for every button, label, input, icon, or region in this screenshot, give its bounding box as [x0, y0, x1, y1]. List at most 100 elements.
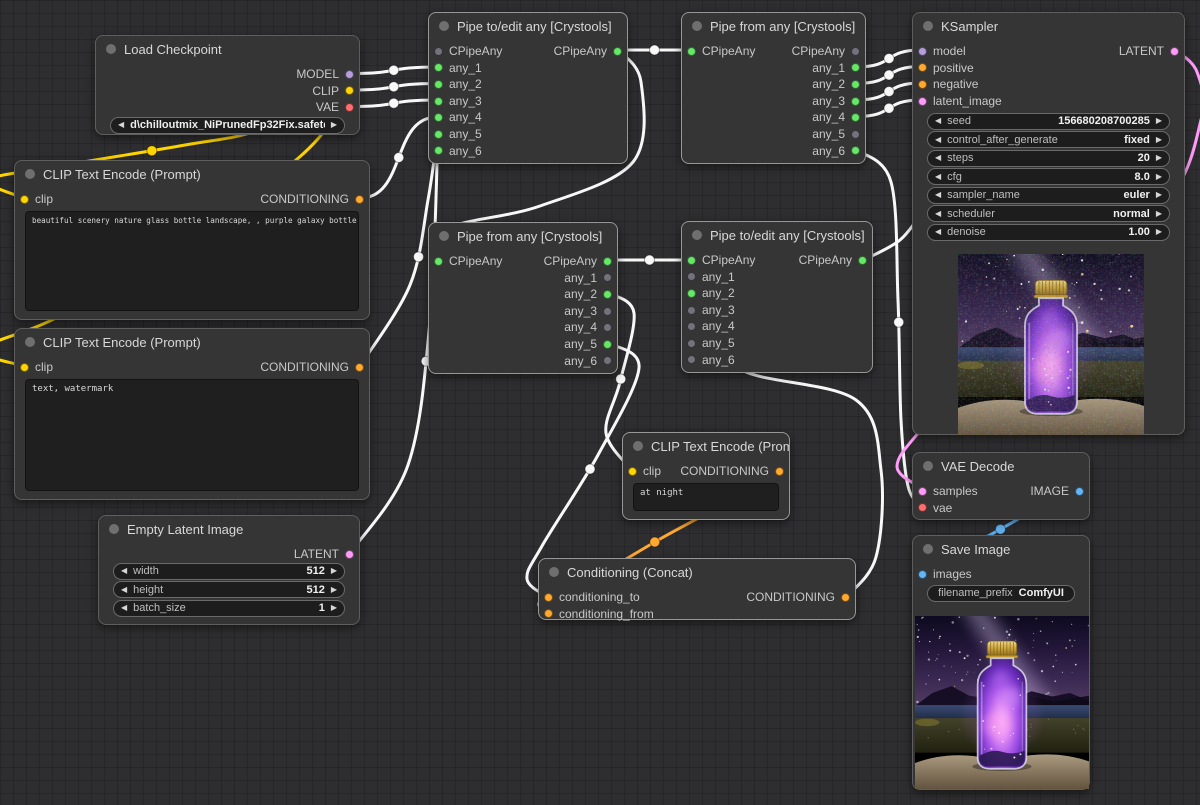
collapse-dot-icon[interactable] [106, 44, 116, 54]
collapse-dot-icon[interactable] [439, 21, 449, 31]
filename_prefix-widget[interactable]: filename_prefixComfyUI [927, 585, 1075, 602]
node-pipe-from-middle[interactable]: Pipe from any [Crystools]CPipeAnyCPipeAn… [428, 222, 618, 374]
output-port-CONDITIONING[interactable] [355, 363, 364, 372]
input-port-any_6[interactable] [687, 355, 696, 364]
node-vae-decode-header[interactable]: VAE Decode [913, 453, 1089, 479]
output-port-IMAGE[interactable] [1075, 487, 1084, 496]
output-port-CONDITIONING[interactable] [841, 593, 850, 602]
output-port-CONDITIONING[interactable] [355, 195, 364, 204]
decrement-arrow-icon[interactable]: ◀ [121, 586, 127, 594]
output-port-any_1[interactable] [603, 273, 612, 282]
input-port-positive[interactable] [918, 63, 927, 72]
input-port-images[interactable] [918, 570, 927, 579]
increment-arrow-icon[interactable]: ▶ [1156, 173, 1162, 181]
decrement-arrow-icon[interactable]: ◀ [935, 210, 941, 218]
output-port-CPipeAny[interactable] [858, 256, 867, 265]
decrement-arrow-icon[interactable]: ◀ [935, 117, 941, 125]
node-clip-text-encode-night-header[interactable]: CLIP Text Encode (Prompt) [623, 433, 789, 459]
input-port-any_2[interactable] [687, 289, 696, 298]
output-port-any_6[interactable] [851, 146, 860, 155]
node-vae-decode[interactable]: VAE DecodesamplesIMAGEvae [912, 452, 1090, 520]
increment-arrow-icon[interactable]: ▶ [1156, 136, 1162, 144]
node-ksampler-header[interactable]: KSampler [913, 13, 1184, 39]
collapse-dot-icon[interactable] [25, 337, 35, 347]
input-port-any_5[interactable] [434, 130, 443, 139]
height-widget[interactable]: ◀height512▶ [113, 581, 345, 598]
increment-arrow-icon[interactable]: ▶ [1156, 191, 1162, 199]
increment-arrow-icon[interactable]: ▶ [331, 567, 337, 575]
output-port-any_5[interactable] [851, 130, 860, 139]
input-port-any_1[interactable] [687, 272, 696, 281]
decrement-arrow-icon[interactable]: ◀ [935, 228, 941, 236]
input-port-conditioning_to[interactable] [544, 593, 553, 602]
node-pipe-to-edit-top[interactable]: Pipe to/edit any [Crystools]CPipeAnyCPip… [428, 12, 628, 164]
input-port-any_3[interactable] [434, 97, 443, 106]
collapse-dot-icon[interactable] [692, 21, 702, 31]
node-clip-text-encode-negative-header[interactable]: CLIP Text Encode (Prompt) [15, 329, 369, 355]
collapse-dot-icon[interactable] [633, 441, 643, 451]
node-save-image[interactable]: Save Imageimagesfilename_prefixComfyUI [912, 535, 1090, 790]
node-pipe-to-edit-middle-right-header[interactable]: Pipe to/edit any [Crystools] [682, 222, 872, 248]
node-load-checkpoint-header[interactable]: Load Checkpoint [96, 36, 359, 62]
node-ksampler[interactable]: KSamplermodelLATENTpositivenegativelaten… [912, 12, 1185, 435]
output-port-VAE[interactable] [345, 103, 354, 112]
input-port-CPipeAny[interactable] [434, 257, 443, 266]
input-port-negative[interactable] [918, 80, 927, 89]
node-pipe-from-middle-header[interactable]: Pipe from any [Crystools] [429, 223, 617, 249]
output-port-LATENT[interactable] [1170, 47, 1179, 56]
decrement-arrow-icon[interactable]: ◀ [121, 604, 127, 612]
sampler_name-widget[interactable]: ◀sampler_nameeuler▶ [927, 187, 1170, 204]
node-empty-latent-image[interactable]: Empty Latent ImageLATENT◀width512▶◀heigh… [98, 515, 360, 625]
node-pipe-from-top-right-header[interactable]: Pipe from any [Crystools] [682, 13, 865, 39]
decrement-arrow-icon[interactable]: ◀ [935, 191, 941, 199]
denoise-widget[interactable]: ◀denoise1.00▶ [927, 224, 1170, 241]
collapse-dot-icon[interactable] [923, 21, 933, 31]
output-port-CLIP[interactable] [345, 86, 354, 95]
node-clip-text-encode-night[interactable]: CLIP Text Encode (Prompt)clipCONDITIONIN… [622, 432, 790, 520]
input-port-CPipeAny[interactable] [687, 47, 696, 56]
prompt-textarea[interactable]: text, watermark [25, 379, 359, 491]
input-port-samples[interactable] [918, 487, 927, 496]
graph-canvas[interactable]: Load CheckpointMODELCLIPVAE◀d\chilloutmi… [0, 0, 1200, 805]
prompt-textarea[interactable]: beautiful scenery nature glass bottle la… [25, 211, 359, 311]
input-port-CPipeAny[interactable] [687, 256, 696, 265]
output-port-CPipeAny[interactable] [613, 47, 622, 56]
input-port-model[interactable] [918, 47, 927, 56]
seed-widget[interactable]: ◀seed156680208700285▶ [927, 113, 1170, 130]
node-save-image-header[interactable]: Save Image [913, 536, 1089, 562]
decrement-arrow-icon[interactable]: ◀ [121, 567, 127, 575]
increment-arrow-icon[interactable]: ▶ [1156, 228, 1162, 236]
output-port-any_4[interactable] [851, 113, 860, 122]
increment-arrow-icon[interactable]: ▶ [1156, 210, 1162, 218]
steps-widget[interactable]: ◀steps20▶ [927, 150, 1170, 167]
node-pipe-to-edit-top-header[interactable]: Pipe to/edit any [Crystools] [429, 13, 627, 39]
input-port-any_3[interactable] [687, 306, 696, 315]
collapse-dot-icon[interactable] [923, 461, 933, 471]
previous-arrow-icon[interactable]: ◀ [118, 121, 124, 129]
increment-arrow-icon[interactable]: ▶ [1156, 117, 1162, 125]
input-port-any_4[interactable] [687, 322, 696, 331]
input-port-any_4[interactable] [434, 113, 443, 122]
output-port-any_6[interactable] [603, 356, 612, 365]
input-port-clip[interactable] [628, 467, 637, 476]
collapse-dot-icon[interactable] [692, 230, 702, 240]
decrement-arrow-icon[interactable]: ◀ [935, 154, 941, 162]
node-pipe-from-top-right[interactable]: Pipe from any [Crystools]CPipeAnyCPipeAn… [681, 12, 866, 164]
node-pipe-to-edit-middle-right[interactable]: Pipe to/edit any [Crystools]CPipeAnyCPip… [681, 221, 873, 373]
increment-arrow-icon[interactable]: ▶ [331, 604, 337, 612]
node-clip-text-encode-positive-header[interactable]: CLIP Text Encode (Prompt) [15, 161, 369, 187]
scheduler-widget[interactable]: ◀schedulernormal▶ [927, 205, 1170, 222]
input-port-any_1[interactable] [434, 63, 443, 72]
decrement-arrow-icon[interactable]: ◀ [935, 136, 941, 144]
decrement-arrow-icon[interactable]: ◀ [935, 173, 941, 181]
input-port-conditioning_from[interactable] [544, 609, 553, 618]
ckpt_name-widget[interactable]: ◀d\chilloutmix_NiPrunedFp32Fix.safetenso… [110, 117, 345, 134]
node-conditioning-concat[interactable]: Conditioning (Concat)conditioning_toCOND… [538, 558, 856, 620]
input-port-CPipeAny[interactable] [434, 47, 443, 56]
node-clip-text-encode-negative[interactable]: CLIP Text Encode (Prompt)clipCONDITIONIN… [14, 328, 370, 500]
control_after_generate-widget[interactable]: ◀control_after_generatefixed▶ [927, 131, 1170, 148]
output-port-any_4[interactable] [603, 323, 612, 332]
input-port-vae[interactable] [918, 503, 927, 512]
increment-arrow-icon[interactable]: ▶ [1156, 154, 1162, 162]
output-port-CPipeAny[interactable] [603, 257, 612, 266]
